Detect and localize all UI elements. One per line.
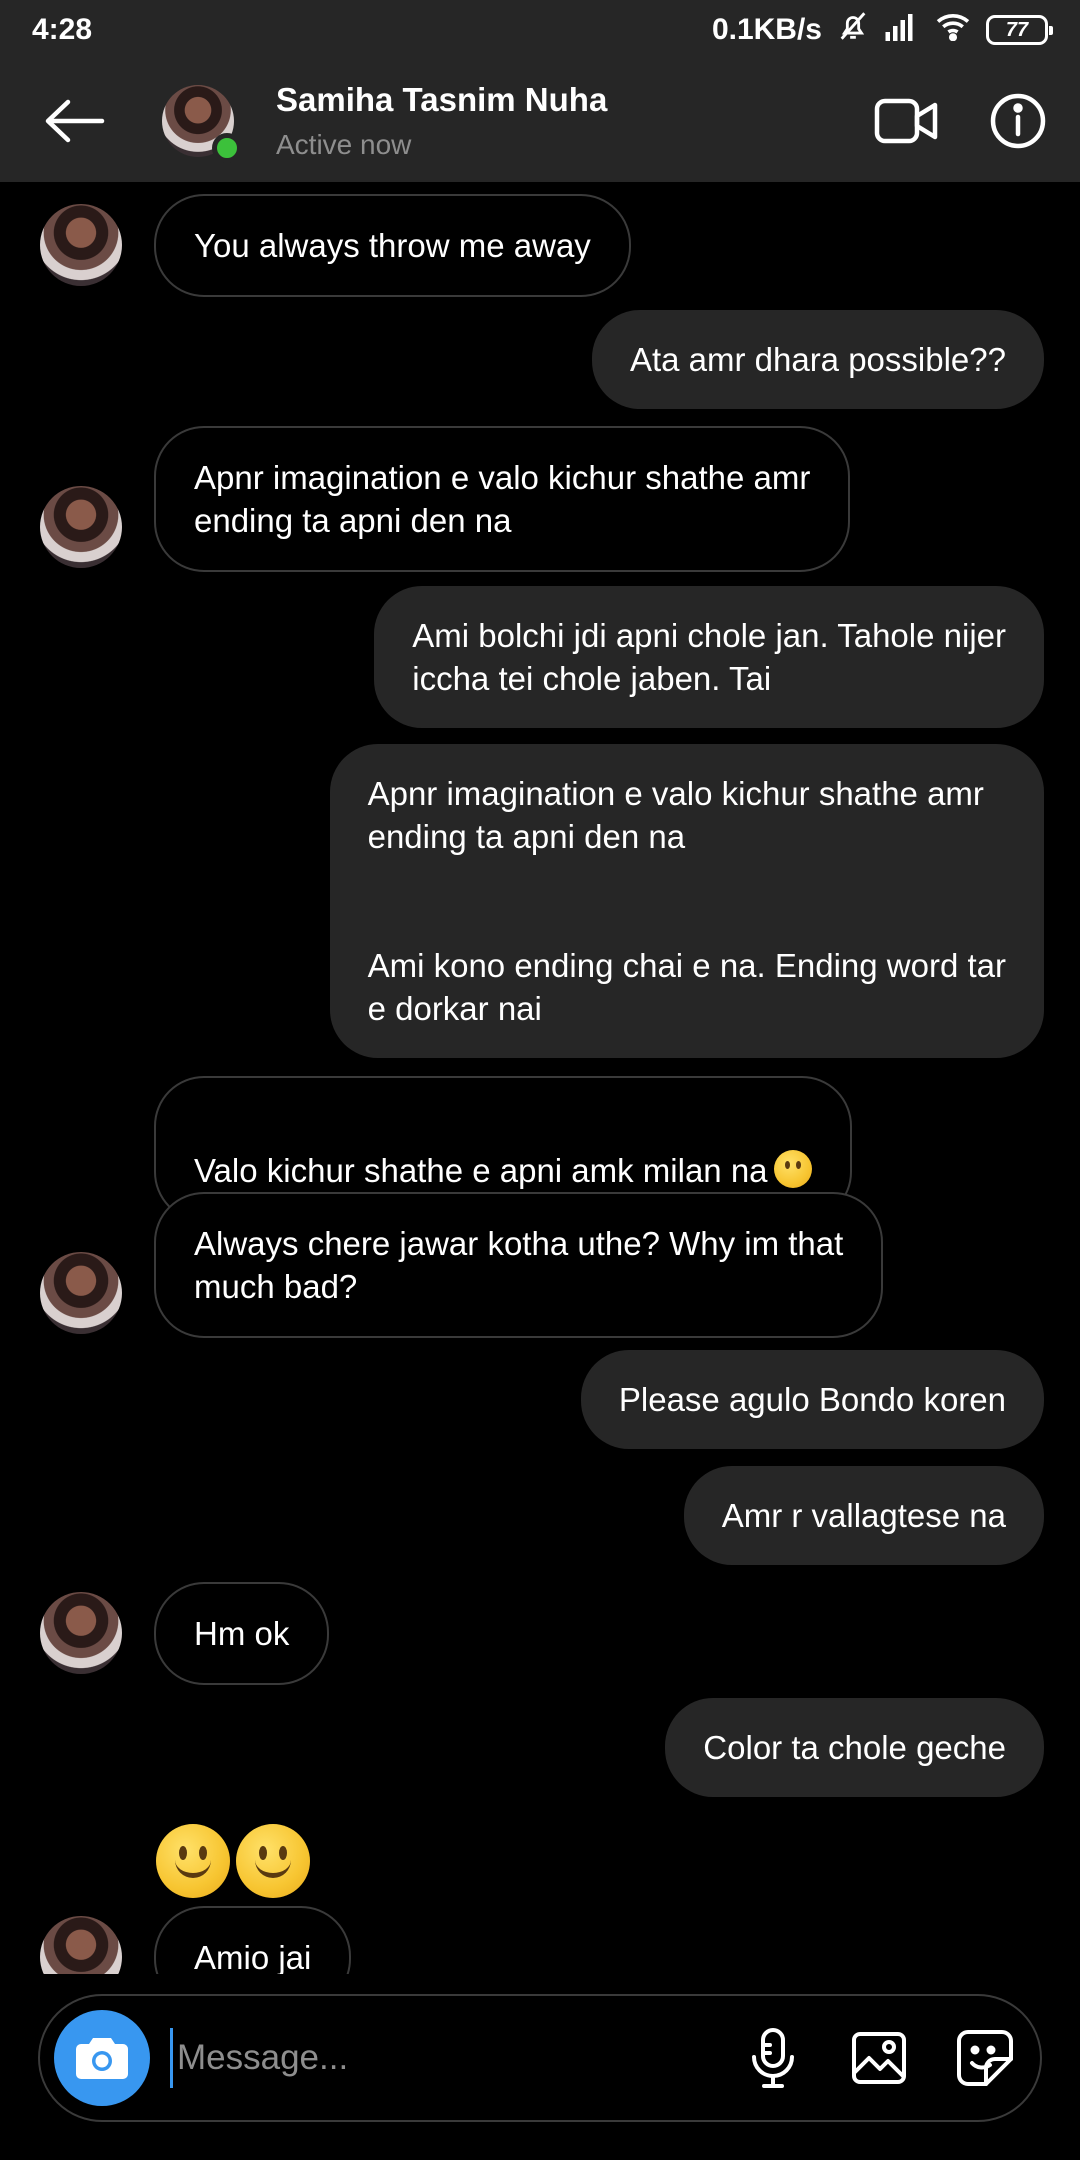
emoji-message[interactable] (156, 1816, 316, 1898)
smiley-emoji-icon (156, 1823, 230, 1898)
wifi-icon (934, 11, 972, 49)
contact-info[interactable]: Samiha Tasnim Nuha Active now (276, 81, 607, 161)
message-list[interactable]: You always throw me away Ata amr dhara p… (0, 182, 1080, 1974)
incoming-message[interactable]: You always throw me away (154, 194, 631, 297)
outgoing-message[interactable]: Color ta chole geche (665, 1698, 1044, 1797)
gallery-icon (852, 2032, 906, 2084)
smiley-emoji-icon (773, 1150, 812, 1188)
status-indicators: 0.1KB/s 77 (711, 9, 1053, 51)
sticker-icon (957, 2030, 1013, 2086)
message-composer (38, 1994, 1042, 2122)
network-speed: 0.1KB/s (711, 13, 822, 46)
info-button[interactable] (986, 89, 1050, 153)
outgoing-message[interactable]: Apnr imagination e valo kichur shathe am… (329, 744, 1044, 1058)
back-button[interactable] (0, 60, 150, 182)
video-call-button[interactable] (874, 89, 938, 153)
avatar[interactable] (40, 204, 122, 286)
outgoing-message[interactable]: Ami bolchi jdi apni chole jan. Tahole ni… (374, 586, 1044, 728)
outgoing-message[interactable]: Ata amr dhara possible?? (591, 310, 1044, 409)
signal-icon (884, 11, 920, 49)
avatar[interactable] (40, 1592, 122, 1674)
contact-name: Samiha Tasnim Nuha (276, 81, 608, 118)
microphone-icon (752, 2028, 794, 2088)
online-indicator (212, 133, 242, 163)
avatar[interactable] (40, 1916, 122, 1974)
battery-icon: 77 (986, 15, 1053, 45)
chat-screen: 4:28 0.1KB/s 77 Samiha Tasnim Nuha Activ… (0, 0, 1080, 2160)
outgoing-message[interactable]: Please agulo Bondo koren (580, 1350, 1044, 1449)
gallery-button[interactable] (848, 2027, 910, 2089)
incoming-message[interactable]: Amio jai (154, 1906, 352, 1974)
header-actions (874, 89, 1080, 153)
status-time: 4:28 (32, 13, 93, 46)
incoming-message[interactable]: Hm ok (154, 1582, 330, 1685)
video-call-icon (874, 98, 938, 144)
back-arrow-icon (45, 99, 105, 143)
chat-header: Samiha Tasnim Nuha Active now (0, 60, 1080, 182)
status-bar: 4:28 0.1KB/s 77 (0, 0, 1080, 60)
battery-level: 77 (1005, 18, 1029, 41)
incoming-message[interactable]: Apnr imagination e valo kichur shathe am… (154, 426, 851, 572)
avatar[interactable] (40, 1252, 122, 1334)
mute-icon (836, 9, 870, 51)
contact-avatar[interactable] (162, 85, 242, 163)
microphone-button[interactable] (742, 2027, 804, 2089)
camera-icon (76, 2038, 128, 2079)
smiley-emoji-icon (236, 1823, 310, 1898)
incoming-message[interactable]: Always chere jawar kotha uthe? Why im th… (154, 1192, 884, 1338)
message-text: Valo kichur shathe e apni amk milan na (194, 1152, 768, 1189)
camera-button[interactable] (54, 2010, 150, 2106)
info-icon (990, 93, 1046, 149)
outgoing-message[interactable]: Amr r vallagtese na (683, 1466, 1044, 1565)
message-input[interactable] (170, 2028, 742, 2088)
avatar[interactable] (40, 486, 122, 568)
sticker-button[interactable] (954, 2027, 1016, 2089)
composer-actions (742, 2027, 1016, 2089)
contact-status: Active now (276, 129, 412, 160)
